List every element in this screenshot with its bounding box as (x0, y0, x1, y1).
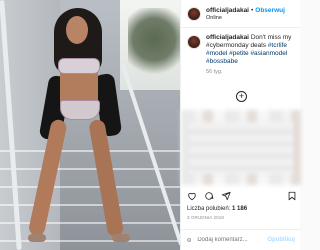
caption-username[interactable]: officialjadakai (206, 34, 249, 41)
post-header: officialjadakai • Obserwuj Online (181, 0, 300, 28)
figure-top (58, 58, 100, 74)
location-label: Online (206, 14, 222, 21)
avatar[interactable] (187, 6, 201, 21)
share-icon[interactable] (221, 191, 231, 201)
post-sidebar: officialjadakai • Obserwuj Online offici… (180, 0, 301, 250)
bookmark-icon[interactable] (287, 191, 297, 201)
action-bar (187, 191, 296, 201)
post-date: 3 GRUDNIA 2018 (187, 215, 224, 220)
emoji-icon[interactable] (187, 235, 191, 245)
figure-shoe (28, 234, 46, 242)
figure-leg (88, 118, 125, 238)
instagram-post: officialjadakai • Obserwuj Online offici… (0, 0, 301, 250)
stair-step (0, 222, 180, 224)
likes-label: Liczba polubień: (187, 206, 231, 212)
comment-bar: Opublikuj (181, 229, 301, 250)
likes-number: 1 186 (232, 206, 248, 212)
comment-input[interactable] (197, 237, 268, 243)
comment-icon[interactable] (204, 191, 214, 201)
caption-time: 56 tyg. (206, 69, 223, 75)
figure-shoe (112, 234, 130, 242)
load-more-comments-icon[interactable]: + (236, 91, 247, 102)
stair-step (0, 240, 180, 242)
likes-count[interactable]: Liczba polubień: 1 186 (187, 206, 247, 212)
follow-button[interactable]: Obserwuj (255, 7, 285, 14)
handrail-right (120, 64, 180, 246)
header-text: officialjadakai • Obserwuj Online (206, 7, 285, 21)
post-photo[interactable] (0, 0, 180, 250)
header-row: officialjadakai • Obserwuj (206, 7, 285, 14)
background-tree (128, 8, 180, 78)
publish-button[interactable]: Opublikuj (267, 237, 295, 243)
blurred-comments (189, 122, 293, 174)
stair-step (0, 168, 180, 170)
stair-step (0, 186, 180, 188)
figure-bottom (60, 100, 100, 120)
figure-face (66, 16, 88, 44)
caption-text: officialjadakai Don't miss my #cybermond… (206, 34, 294, 76)
avatar[interactable] (187, 35, 201, 49)
heart-icon[interactable] (187, 191, 197, 201)
username-link[interactable]: officialjadakai (206, 7, 249, 14)
caption: officialjadakai Don't miss my #cybermond… (181, 28, 300, 76)
separator-dot: • (251, 6, 254, 14)
stair-step (0, 204, 180, 206)
